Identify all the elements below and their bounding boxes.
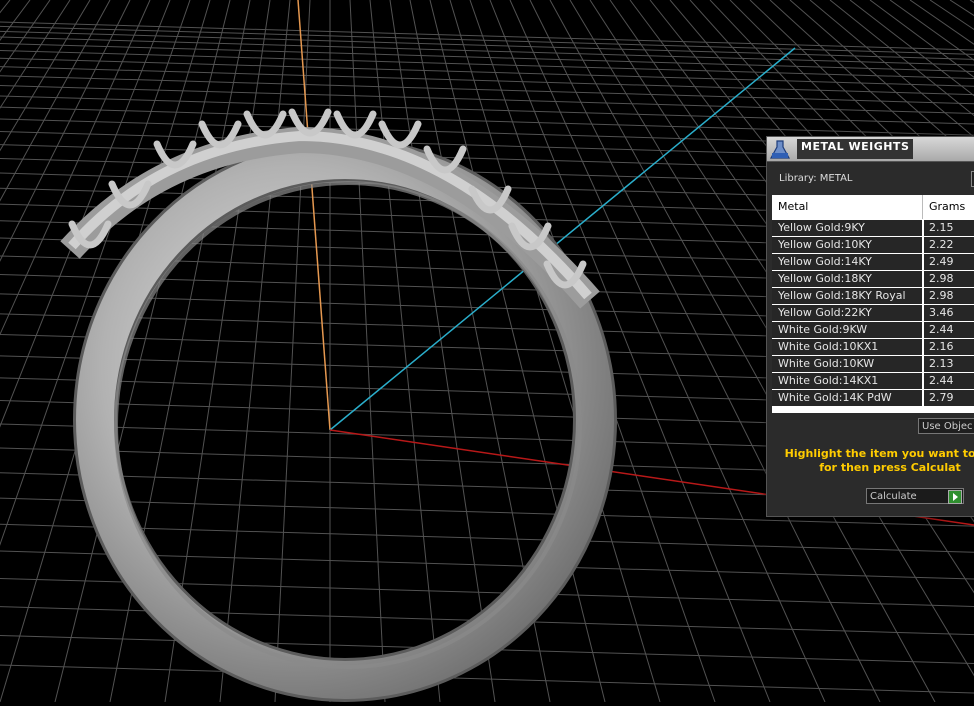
metal-name-cell: White Gold:14K PdW [772, 390, 922, 406]
instruction-text: Highlight the item you want to fin for t… [775, 447, 974, 475]
grams-cell: 2.13 [924, 356, 974, 372]
grams-cell: 2.79 [924, 390, 974, 406]
table-row[interactable]: White Gold:9KW 2.44 [772, 322, 974, 339]
play-arrow-icon[interactable] [948, 490, 962, 504]
table-row[interactable]: White Gold:10KX1 2.16 [772, 339, 974, 356]
metal-weights-table[interactable]: Metal Grams Yellow Gold:9KY 2.15 Yellow Go… [772, 195, 974, 413]
column-header-metal[interactable]: Metal [772, 195, 923, 219]
use-object-button[interactable]: Use Objec [918, 418, 974, 434]
flask-icon [769, 139, 791, 161]
grams-cell: 3.46 [924, 305, 974, 321]
metal-name-cell: Yellow Gold:14KY [772, 254, 922, 270]
metal-name-cell: Yellow Gold:9KY [772, 220, 922, 236]
column-header-grams[interactable]: Grams [923, 195, 974, 219]
grams-cell: 2.22 [924, 237, 974, 253]
instruction-line-1: Highlight the item you want to fin [784, 447, 974, 460]
table-row[interactable]: Yellow Gold:22KY 3.46 [772, 305, 974, 322]
metal-name-cell: Yellow Gold:18KY [772, 271, 922, 287]
metal-name-cell: White Gold:9KW [772, 322, 922, 338]
instruction-line-2: for then press Calculat [819, 461, 961, 474]
metal-name-cell: White Gold:14KX1 [772, 373, 922, 389]
grams-cell: 2.15 [924, 220, 974, 236]
metal-name-cell: White Gold:10KX1 [772, 339, 922, 355]
grams-cell: 2.16 [924, 339, 974, 355]
metal-name-cell: Yellow Gold:18KY Royal [772, 288, 922, 304]
grams-cell: 2.98 [924, 271, 974, 287]
panel-title: METAL WEIGHTS [797, 139, 914, 159]
table-row[interactable]: White Gold:10KW 2.13 [772, 356, 974, 373]
grams-cell: 2.98 [924, 288, 974, 304]
library-label: Library: METAL [779, 173, 853, 184]
table-row[interactable]: Yellow Gold:10KY 2.22 [772, 237, 974, 254]
grams-cell: 2.44 [924, 322, 974, 338]
metal-name-cell: Yellow Gold:10KY [772, 237, 922, 253]
calculate-label: Calculate [870, 491, 917, 502]
table-row[interactable]: Yellow Gold:14KY 2.49 [772, 254, 974, 271]
metal-weights-panel[interactable]: METAL WEIGHTS Library: METAL Metal Grams… [766, 136, 974, 517]
table-row[interactable]: White Gold:14K PdW 2.79 [772, 390, 974, 407]
table-row[interactable]: White Gold:14KX1 2.44 [772, 373, 974, 390]
grams-cell: 2.49 [924, 254, 974, 270]
metal-name-cell: Yellow Gold:22KY [772, 305, 922, 321]
table-row[interactable]: Yellow Gold:18KY 2.98 [772, 271, 974, 288]
table-row[interactable]: Yellow Gold:18KY Royal 2.98 [772, 288, 974, 305]
panel-titlebar[interactable]: METAL WEIGHTS [767, 137, 974, 162]
calculate-button[interactable]: Calculate [866, 488, 964, 504]
grams-cell: 2.44 [924, 373, 974, 389]
metal-name-cell: White Gold:10KW [772, 356, 922, 372]
table-row[interactable]: Yellow Gold:9KY 2.15 [772, 220, 974, 237]
